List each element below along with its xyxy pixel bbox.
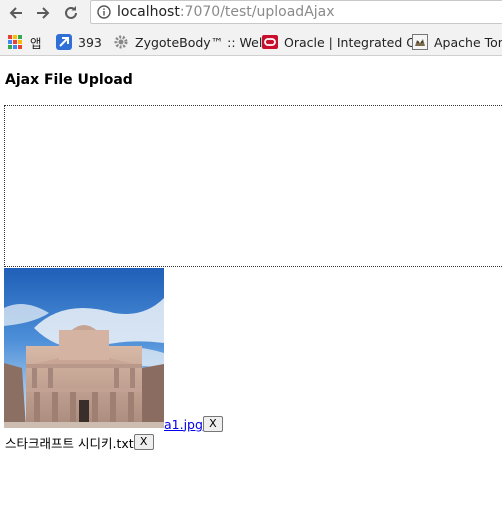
uploaded-file-item: a1.jpg X — [164, 416, 223, 432]
bookmark-oracle[interactable]: Oracle | Integrated C — [262, 33, 415, 51]
bookmark-label: 393 — [78, 34, 102, 50]
reload-icon — [65, 6, 77, 19]
blue-app-icon — [56, 34, 72, 50]
file-download-link[interactable]: a1.jpg — [164, 417, 203, 432]
reload-button[interactable] — [60, 2, 82, 24]
file-name: 스타크래프트 시디키.txt — [5, 435, 134, 451]
bookmark-apache-tomcat[interactable]: Apache Tom — [412, 33, 502, 51]
bookmarks-bar: 앱 393 ZygoteBody™ :: Wel Oracle | Integr… — [0, 26, 502, 56]
gear-icon — [114, 35, 128, 49]
oracle-icon — [262, 35, 278, 49]
remove-file-button[interactable]: X — [202, 416, 223, 432]
forward-arrow-icon — [37, 7, 50, 19]
bookmark-label: 앱 — [30, 35, 42, 51]
remove-file-button[interactable]: X — [133, 434, 154, 450]
bookmark-393[interactable]: 393 — [56, 33, 102, 51]
info-icon[interactable] — [97, 5, 111, 19]
apps-grid-icon — [8, 35, 22, 49]
back-arrow-icon — [9, 7, 22, 19]
url-path: :7070/test/uploadAjax — [179, 4, 335, 20]
url-text[interactable]: localhost:7070/test/uploadAjax — [117, 4, 335, 20]
bookmark-zygotebody[interactable]: ZygoteBody™ :: Wel — [113, 33, 262, 51]
url-host: localhost — [117, 4, 180, 20]
address-bar[interactable]: localhost:7070/test/uploadAjax — [90, 0, 502, 24]
browser-toolbar: localhost:7070/test/uploadAjax — [0, 0, 502, 26]
bookmark-apps[interactable]: 앱 — [8, 33, 42, 51]
bookmark-label: ZygoteBody™ :: Wel — [135, 34, 263, 50]
uploaded-file-item: 스타크래프트 시디키.txt X — [5, 434, 154, 451]
back-button[interactable] — [5, 2, 27, 24]
bookmark-label: Apache Tom — [434, 34, 502, 50]
file-drop-zone[interactable] — [4, 105, 502, 267]
uploaded-image-thumbnail — [4, 268, 164, 428]
tomcat-icon — [412, 34, 428, 50]
forward-button[interactable] — [32, 2, 54, 24]
bookmark-label: Oracle | Integrated C — [284, 34, 415, 50]
page-title: Ajax File Upload — [5, 72, 133, 88]
